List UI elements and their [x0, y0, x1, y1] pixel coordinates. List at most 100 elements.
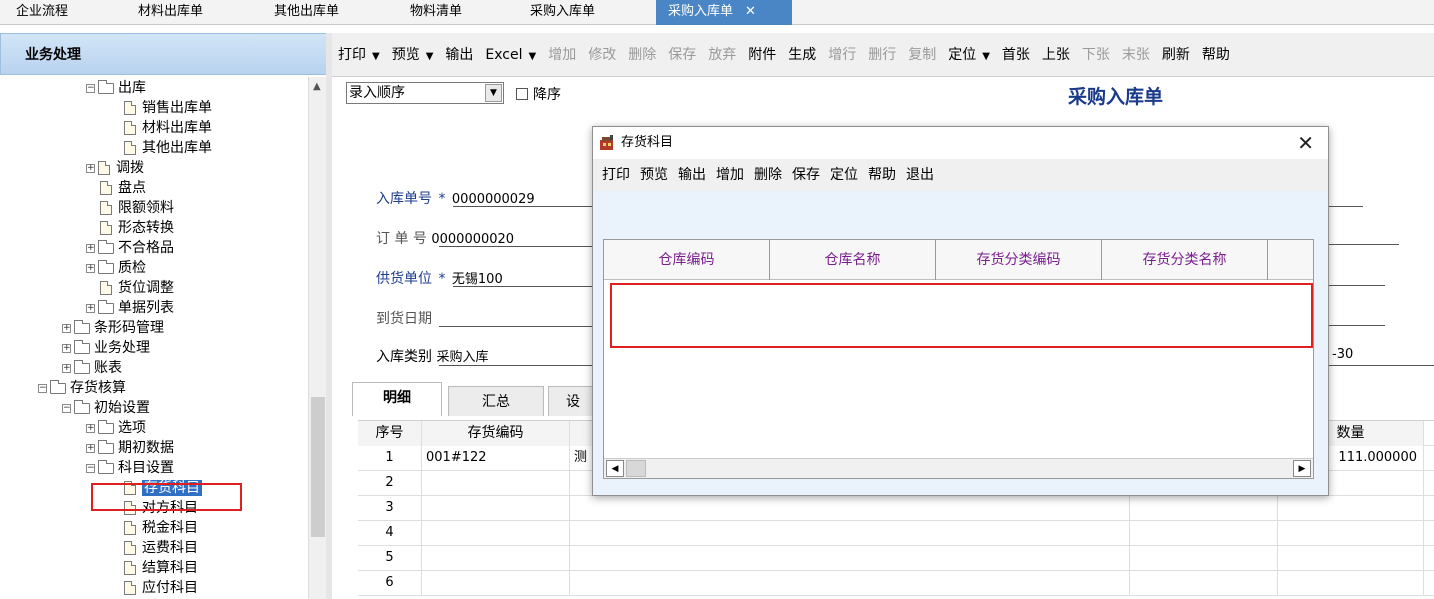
chevron-down-icon[interactable]: ▼: [485, 84, 502, 102]
tab-detail[interactable]: 明细: [352, 382, 442, 416]
tab-other-out[interactable]: 其他出库单: [274, 0, 394, 25]
toolbar-button[interactable]: 删行: [862, 40, 902, 70]
toolbar-button[interactable]: 修改: [582, 40, 622, 70]
tree-item[interactable]: − 初始设置: [62, 398, 150, 418]
tree-item[interactable]: + 业务处理: [62, 338, 150, 358]
expand-icon[interactable]: +: [86, 243, 95, 253]
toolbar-button[interactable]: 刷新: [1156, 40, 1196, 70]
table-cell[interactable]: [1278, 496, 1424, 521]
table-cell[interactable]: 001#122: [422, 446, 570, 471]
close-icon[interactable]: ✕: [745, 4, 756, 19]
tree-item[interactable]: 货位调整: [100, 278, 174, 298]
table-cell[interactable]: 6: [358, 571, 422, 596]
toolbar-button[interactable]: Excel ▼: [479, 40, 542, 70]
toolbar-button[interactable]: 预览 ▼: [386, 40, 440, 70]
tree-item[interactable]: 应付科目: [124, 578, 198, 598]
tree-item[interactable]: + 不合格品: [86, 238, 174, 258]
table-row[interactable]: 4: [358, 521, 1434, 546]
tree-scrollbar[interactable]: ▲: [308, 77, 326, 599]
column-header-more[interactable]: [1268, 240, 1313, 280]
table-cell[interactable]: [1278, 521, 1424, 546]
scrollbar-thumb[interactable]: [311, 397, 325, 537]
collapse-icon[interactable]: −: [86, 83, 95, 93]
column-header[interactable]: 序号: [358, 421, 422, 446]
order-no-field[interactable]: 订 单 号 0000000020: [376, 228, 514, 248]
toolbar-button[interactable]: 打印 ▼: [332, 40, 386, 70]
tree-item[interactable]: 销售出库单: [124, 98, 212, 118]
chevron-down-icon[interactable]: ▼: [426, 51, 434, 62]
toolbar-button[interactable]: 定位 ▼: [942, 40, 996, 70]
table-cell[interactable]: [1130, 571, 1278, 596]
tree-item[interactable]: − 科目设置: [86, 458, 174, 478]
collapse-icon[interactable]: −: [62, 403, 71, 413]
tree-item[interactable]: − 存货核算: [38, 378, 126, 398]
dialog-toolbar-button[interactable]: 预览: [637, 162, 675, 188]
tree-item[interactable]: − 出库: [86, 78, 146, 98]
collapse-icon[interactable]: −: [38, 383, 47, 393]
tree-item[interactable]: + 调拨: [86, 158, 144, 178]
tab-purchase-in[interactable]: 采购入库单: [530, 0, 650, 25]
table-cell[interactable]: [422, 546, 570, 571]
supplier-field[interactable]: 供货单位 * 无锡100: [376, 268, 503, 288]
tree-item[interactable]: + 账表: [62, 358, 122, 378]
sort-order-select[interactable]: 录入顺序 ▼: [346, 82, 504, 104]
dialog-toolbar-button[interactable]: 删除: [751, 162, 789, 188]
collapse-icon[interactable]: −: [86, 463, 95, 473]
table-cell[interactable]: [570, 521, 1130, 546]
table-cell[interactable]: [570, 496, 1130, 521]
table-cell[interactable]: [1130, 496, 1278, 521]
table-row[interactable]: 6: [358, 571, 1434, 596]
dialog-titlebar[interactable]: 存货科目 ✕: [593, 127, 1328, 159]
dialog-toolbar-button[interactable]: 保存: [789, 162, 827, 188]
column-header-warehouse-code[interactable]: 仓库编码: [604, 240, 770, 280]
table-cell[interactable]: [1130, 521, 1278, 546]
expand-icon[interactable]: +: [86, 303, 95, 313]
tree-item[interactable]: 税金科目: [124, 518, 198, 538]
tab-material-out[interactable]: 材料出库单: [138, 0, 258, 25]
expand-icon[interactable]: +: [86, 443, 95, 453]
toolbar-button[interactable]: 保存: [662, 40, 702, 70]
date-field-tail[interactable]: -30: [1332, 346, 1353, 362]
expand-icon[interactable]: +: [62, 343, 71, 353]
table-row[interactable]: 3: [358, 496, 1434, 521]
descending-checkbox[interactable]: 降序: [516, 84, 561, 104]
tab-summary[interactable]: 汇总: [448, 386, 544, 416]
table-cell[interactable]: [1130, 546, 1278, 571]
toolbar-button[interactable]: 增行: [822, 40, 862, 70]
toolbar-button[interactable]: 下张: [1076, 40, 1116, 70]
dialog-toolbar-button[interactable]: 退出: [903, 162, 941, 188]
expand-icon[interactable]: +: [86, 423, 95, 433]
tree-item[interactable]: + 期初数据: [86, 438, 174, 458]
tab-purchase-in-active[interactable]: 采购入库单 ✕: [656, 0, 792, 25]
chevron-down-icon[interactable]: ▼: [982, 51, 990, 62]
tab-settings[interactable]: 设: [548, 386, 598, 416]
category-field[interactable]: 入库类别 采购入库: [376, 346, 488, 366]
column-header-warehouse-name[interactable]: 仓库名称: [770, 240, 936, 280]
toolbar-button[interactable]: 末张: [1116, 40, 1156, 70]
close-icon[interactable]: ✕: [1297, 127, 1314, 159]
toolbar-button[interactable]: 首张: [996, 40, 1036, 70]
tree-item[interactable]: 运费科目: [124, 538, 198, 558]
receipt-no-field[interactable]: 入库单号 * 0000000029: [376, 188, 535, 208]
toolbar-button[interactable]: 附件: [742, 40, 782, 70]
checkbox-box[interactable]: [516, 88, 528, 100]
toolbar-button[interactable]: 帮助: [1196, 40, 1236, 70]
tree-item[interactable]: 材料出库单: [124, 118, 212, 138]
toolbar-button[interactable]: 复制: [902, 40, 942, 70]
tab-enterprise-flow[interactable]: 企业流程: [16, 0, 126, 25]
table-cell[interactable]: [570, 546, 1130, 571]
table-cell[interactable]: 1: [358, 446, 422, 471]
column-header-category-name[interactable]: 存货分类名称: [1102, 240, 1268, 280]
column-header-category-code[interactable]: 存货分类编码: [936, 240, 1102, 280]
toolbar-button[interactable]: 输出: [439, 40, 479, 70]
tree-item[interactable]: 限额领料: [100, 198, 174, 218]
tree-item[interactable]: + 选项: [86, 418, 146, 438]
tree-item[interactable]: + 单据列表: [86, 298, 174, 318]
table-cell[interactable]: [422, 521, 570, 546]
table-cell[interactable]: 5: [358, 546, 422, 571]
table-row[interactable]: 5: [358, 546, 1434, 571]
table-cell[interactable]: [422, 496, 570, 521]
table-cell[interactable]: 4: [358, 521, 422, 546]
table-cell[interactable]: [1278, 571, 1424, 596]
tree-item[interactable]: + 质检: [86, 258, 146, 278]
